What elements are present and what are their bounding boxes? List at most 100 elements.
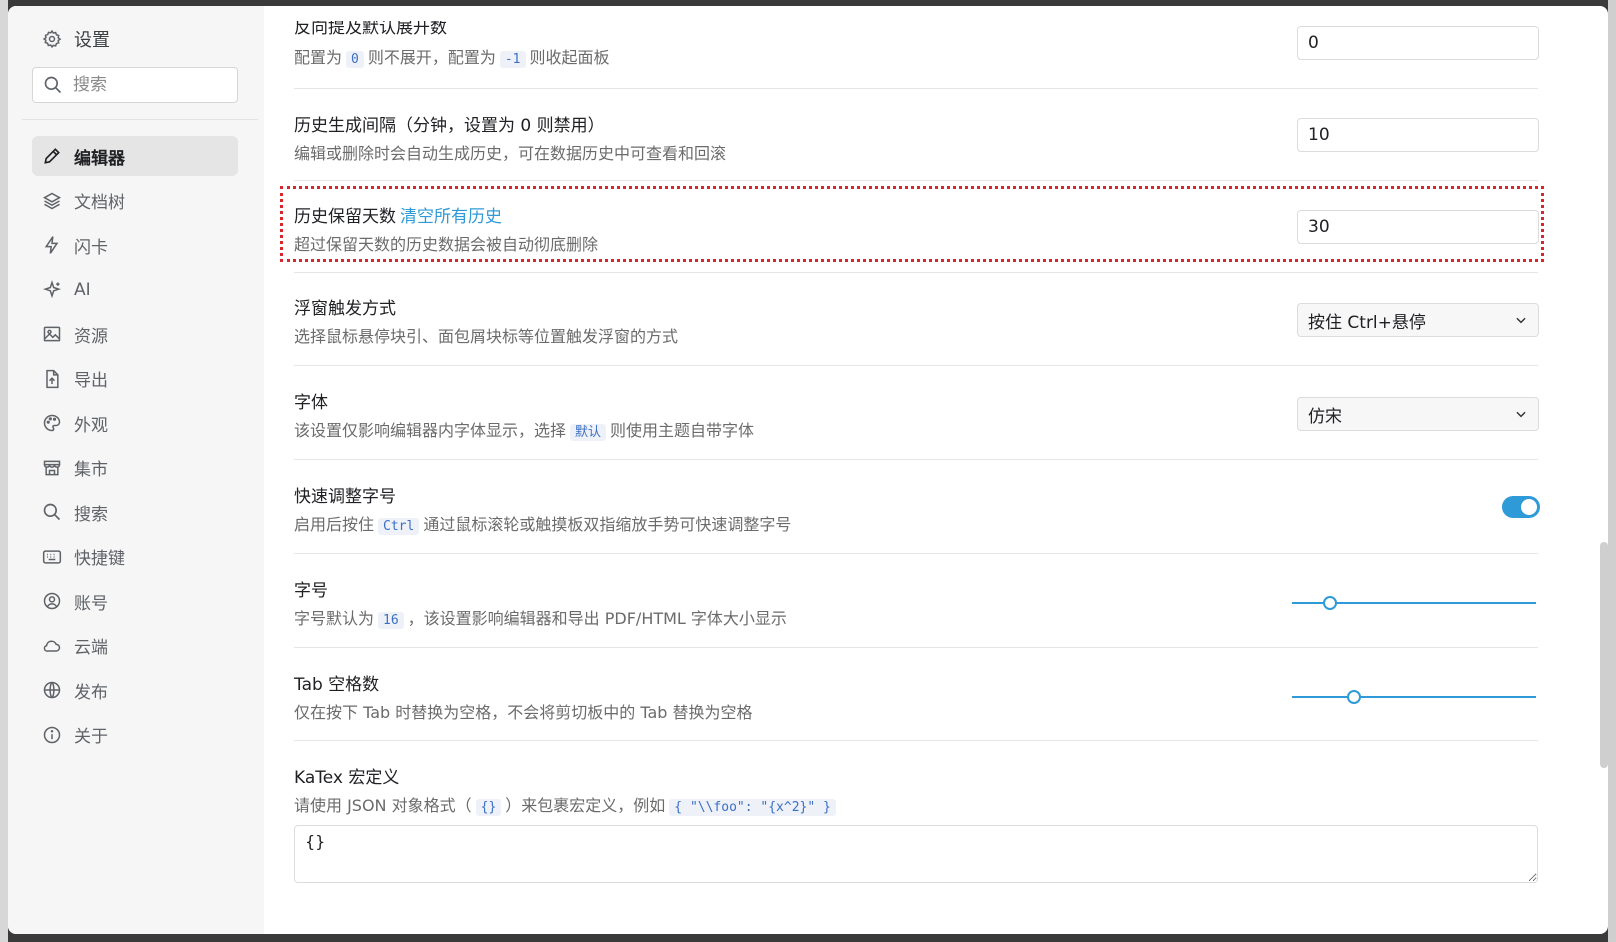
desc-text: ）来包裹宏定义，例如	[505, 796, 666, 815]
setting-description: 超过保留天数的历史数据会被自动彻底删除	[294, 235, 599, 254]
sidebar-item-label: 搜索	[74, 504, 108, 525]
sidebar-item-label: 闪卡	[74, 237, 108, 258]
setting-font: 字体 该设置仅影响编辑器内字体显示，选择 默认 则使用主题自带字体 仿宋	[294, 366, 1539, 460]
history-interval-input[interactable]	[1297, 118, 1539, 152]
setting-description: 启用后按住 Ctrl 通过鼠标滚轮或触摸板双指缩放手势可快速调整字号	[294, 511, 791, 535]
sidebar-item-label: 云端	[74, 638, 108, 658]
sidebar-item-bazaar[interactable]: 集市	[32, 448, 238, 488]
quick-font-size-toggle[interactable]	[1502, 496, 1540, 518]
sidebar-item-label: AI	[74, 279, 91, 300]
pencil-icon	[44, 148, 60, 164]
sidebar-item-flashcard[interactable]: 闪卡	[32, 225, 238, 265]
setting-description: 选择鼠标悬停块引、面包屑块标等位置触发浮窗的方式	[294, 327, 679, 346]
setting-description: 配置为 0 则不展开，配置为 -1 则收起面板	[294, 44, 610, 68]
inline-code: { "\\foo": "{x^2}" }	[669, 799, 836, 816]
settings-window: 设置 编辑器 文档树 闪卡 AI 资源 导出	[8, 6, 1608, 934]
search-icon	[43, 503, 61, 521]
desc-text: 启用后按住	[294, 515, 375, 534]
layers-icon	[42, 192, 62, 209]
inline-code: 默认	[570, 424, 607, 441]
setting-label: 快速调整字号	[294, 487, 396, 507]
sidebar-item-keymap[interactable]: 快捷键	[32, 537, 238, 577]
setting-label: 字体	[294, 393, 328, 413]
sidebar-item-label: 快捷键	[74, 549, 125, 569]
sidebar-item-export[interactable]: 导出	[32, 359, 238, 399]
sidebar-item-label: 外观	[74, 415, 108, 436]
settings-panel: 反向提及默认展开数 配置为0则不展开，配置为-1则收起面板 历史生成间隔（分钟，…	[264, 6, 1608, 934]
desc-text: ，该设置影响编辑器和导出 PDF/HTML 字体大小显示	[407, 609, 787, 628]
setting-label: 浮窗触发方式	[294, 299, 396, 319]
slider-thumb[interactable]	[1347, 690, 1362, 704]
settings-title: 设置	[32, 16, 264, 62]
sidebar-item-account[interactable]: 账号	[32, 581, 238, 621]
settings-search-box[interactable]	[32, 67, 238, 103]
image-icon	[43, 326, 61, 342]
sidebar-item-publish[interactable]: 发布	[32, 670, 238, 710]
desc-text: 则收起面板	[529, 48, 610, 67]
lightning-icon	[44, 236, 59, 254]
chevron-down-icon	[1516, 317, 1526, 324]
desc-text: 配置为	[294, 48, 343, 67]
sidebar-item-label: 编辑器	[74, 148, 125, 169]
sidebar-item-label: 关于	[74, 727, 108, 747]
desc-text: 通过鼠标滚轮或触摸板双指缩放手势可快速调整字号	[423, 515, 792, 534]
setting-label: 历史生成间隔（分钟，设置为 0 则禁用）	[294, 116, 605, 136]
chevron-down-icon	[1516, 411, 1526, 418]
desc-text: 字号默认为	[294, 609, 375, 628]
setting-description: 该设置仅影响编辑器内字体显示，选择 默认 则使用主题自带字体	[294, 417, 754, 441]
backlink-expand-input[interactable]	[1297, 26, 1539, 60]
clear-history-link[interactable]: 清空所有历史	[400, 207, 502, 227]
tab-spaces-slider[interactable]	[1292, 690, 1536, 704]
sidebar-item-search[interactable]: 搜索	[32, 492, 238, 532]
setting-description: 编辑或删除时会自动生成历史，可在数据历史中可查看和回滚	[294, 144, 727, 163]
setting-label: 字号	[294, 581, 328, 601]
toggle-knob	[1521, 499, 1537, 515]
inline-code: Ctrl	[378, 518, 420, 535]
inline-code: 0	[346, 51, 364, 68]
history-keep-days-input[interactable]	[1297, 210, 1539, 244]
sidebar-divider	[22, 119, 258, 120]
sidebar-item-about[interactable]: 关于	[32, 715, 238, 755]
setting-tab-spaces: Tab 空格数 仅在按下 Tab 时替换为空格，不会将剪切板中的 Tab 替换为…	[294, 648, 1538, 741]
float-trigger-select[interactable]: 按住 Ctrl+悬停	[1297, 303, 1539, 337]
setting-float-trigger: 浮窗触发方式 选择鼠标悬停块引、面包屑块标等位置触发浮窗的方式 按住 Ctrl+…	[294, 273, 1539, 366]
gear-icon	[42, 29, 62, 49]
info-icon	[43, 726, 61, 743]
inline-code: -1	[499, 51, 526, 68]
slider-track	[1292, 696, 1536, 698]
select-value: 按住 Ctrl+悬停	[1308, 312, 1426, 333]
katex-macros-textarea[interactable]: {}	[294, 825, 1538, 883]
search-icon	[44, 76, 62, 94]
setting-label: 历史保留天数 清空所有历史	[294, 202, 502, 227]
sparkle-icon	[42, 279, 62, 298]
setting-katex-macros: KaTex 宏定义 请使用 JSON 对象格式（{} ）来包裹宏定义，例如{ "\…	[294, 741, 1538, 921]
setting-description: 请使用 JSON 对象格式（{} ）来包裹宏定义，例如{ "\\foo": "{x…	[294, 792, 840, 816]
setting-description: 仅在按下 Tab 时替换为空格，不会将剪切板中的 Tab 替换为空格	[294, 703, 753, 722]
font-size-slider[interactable]	[1292, 596, 1536, 610]
sidebar-item-label: 导出	[74, 371, 108, 391]
setting-label: 反向提及默认展开数	[294, 18, 447, 38]
desc-text: 则使用主题自带字体	[610, 421, 755, 440]
settings-title-text: 设置	[74, 30, 110, 51]
sidebar-item-doctree[interactable]: 文档树	[32, 181, 238, 221]
slider-thumb[interactable]	[1322, 596, 1337, 610]
sidebar-item-ai[interactable]: AI	[32, 270, 238, 310]
setting-description: 字号默认为 16 ，该设置影响编辑器和导出 PDF/HTML 字体大小显示	[294, 605, 787, 629]
desc-text: 该设置仅影响编辑器内字体显示，选择	[294, 421, 567, 440]
cloud-icon	[43, 640, 61, 652]
sidebar-item-cloud[interactable]: 云端	[32, 626, 238, 666]
font-select[interactable]: 仿宋	[1297, 397, 1539, 431]
sidebar-item-editor[interactable]: 编辑器	[32, 136, 238, 176]
scrollbar-thumb[interactable]	[1600, 542, 1608, 768]
background-window-edge	[0, 0, 8, 942]
account-icon	[43, 592, 61, 610]
keyboard-icon	[42, 549, 62, 564]
sidebar-item-appearance[interactable]: 外观	[32, 403, 238, 443]
file-export-icon	[46, 369, 59, 388]
setting-font-size: 字号 字号默认为 16 ，该设置影响编辑器和导出 PDF/HTML 字体大小显示	[294, 554, 1538, 648]
setting-label-text: 历史保留天数	[294, 207, 396, 227]
settings-search-input[interactable]	[73, 75, 223, 95]
store-icon	[43, 460, 61, 475]
sidebar-item-assets[interactable]: 资源	[32, 314, 238, 354]
sidebar-item-label: 发布	[74, 682, 108, 703]
